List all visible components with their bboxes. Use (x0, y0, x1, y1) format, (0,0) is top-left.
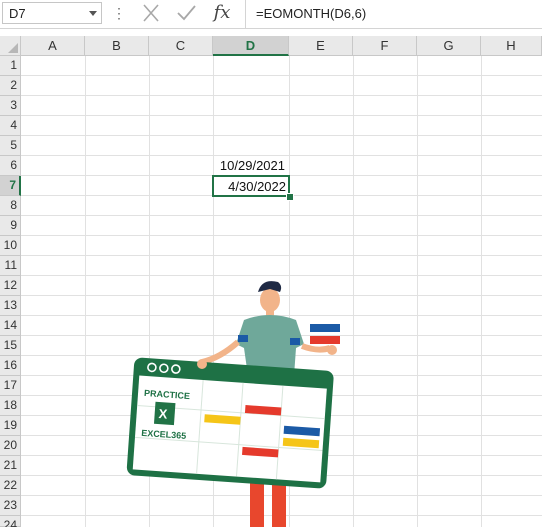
row-header-23[interactable]: 23 (0, 496, 21, 516)
formula-bar-divider (245, 0, 246, 28)
grid-line (417, 56, 418, 527)
insert-function-button[interactable]: fx (210, 2, 234, 24)
excel-logo-letter: X (158, 406, 168, 422)
grid-line (21, 235, 542, 236)
row-header-5[interactable]: 5 (0, 136, 21, 156)
row-header-14[interactable]: 14 (0, 316, 21, 336)
column-header-c[interactable]: C (149, 36, 213, 56)
name-box-value: D7 (9, 6, 26, 21)
column-header-e[interactable]: E (289, 36, 353, 56)
row-header-10[interactable]: 10 (0, 236, 21, 256)
row-header-17[interactable]: 17 (0, 376, 21, 396)
column-header-b[interactable]: B (85, 36, 149, 56)
more-vertical-icon[interactable]: ⋮ (112, 5, 126, 21)
select-all-icon (8, 43, 18, 53)
row-header-1[interactable]: 1 (0, 56, 21, 76)
function-icon: fx (213, 2, 231, 23)
sleeve-band (290, 338, 300, 345)
grid-line (21, 95, 542, 96)
row-header-19[interactable]: 19 (0, 416, 21, 436)
row-header-11[interactable]: 11 (0, 256, 21, 276)
row-header-12[interactable]: 12 (0, 276, 21, 296)
grid-line (21, 115, 542, 116)
grid-line (21, 255, 542, 256)
column-header-f[interactable]: F (353, 36, 417, 56)
formula-input[interactable]: =EOMONTH(D6,6) (256, 6, 366, 21)
cancel-formula-button[interactable] (139, 2, 163, 24)
row-header-9[interactable]: 9 (0, 216, 21, 236)
row-header-15[interactable]: 15 (0, 336, 21, 356)
grid-line (353, 56, 354, 527)
floating-bar-blue (310, 324, 340, 332)
grid-line (21, 75, 542, 76)
row-header-6[interactable]: 6 (0, 156, 21, 176)
cell-d6[interactable]: 10/29/2021 (213, 156, 285, 175)
row-header-20[interactable]: 20 (0, 436, 21, 456)
fill-handle[interactable] (286, 193, 294, 201)
row-header-8[interactable]: 8 (0, 196, 21, 216)
row-header-21[interactable]: 21 (0, 456, 21, 476)
person-arm (201, 339, 240, 365)
check-icon (177, 5, 196, 21)
row-header-16[interactable]: 16 (0, 356, 21, 376)
person-hand (327, 345, 337, 355)
row-header-4[interactable]: 4 (0, 116, 21, 136)
close-icon (143, 4, 159, 22)
practice-excel-illustration: PRACTICE X EXCEL365 (126, 281, 340, 527)
column-header-a[interactable]: A (21, 36, 85, 56)
formula-bar: D7 ⋮ fx =EOMONTH(D6,6) (0, 0, 542, 29)
name-box[interactable]: D7 (2, 2, 102, 24)
select-all-button[interactable] (0, 36, 21, 56)
row-header-2[interactable]: 2 (0, 76, 21, 96)
row-header-7[interactable]: 7 (0, 176, 21, 196)
selected-cell-d7[interactable]: 4/30/2022 (212, 175, 290, 197)
person-hand (197, 359, 207, 369)
row-header-13[interactable]: 13 (0, 296, 21, 316)
column-header-g[interactable]: G (417, 36, 481, 56)
row-header-3[interactable]: 3 (0, 96, 21, 116)
person-head (260, 288, 280, 312)
row-header-18[interactable]: 18 (0, 396, 21, 416)
row-header-22[interactable]: 22 (0, 476, 21, 496)
spreadsheet-app: D7 ⋮ fx =EOMONTH(D6,6) A B C D E F G H 1… (0, 0, 542, 527)
column-header-d[interactable]: D (213, 36, 289, 56)
chevron-down-icon[interactable] (89, 11, 97, 16)
sleeve-band (238, 335, 248, 342)
cell-d7: 4/30/2022 (228, 179, 286, 194)
person-arm (300, 343, 331, 353)
grid-line (481, 56, 482, 527)
grid-line (21, 135, 542, 136)
row-header-24[interactable]: 24 (0, 516, 21, 527)
worksheet-grid[interactable]: A B C D E F G H 1 2 3 4 5 6 7 8 9 10 11 … (0, 36, 542, 527)
enter-formula-button[interactable] (174, 2, 198, 24)
practice-board: PRACTICE X EXCEL365 (126, 357, 334, 489)
grid-line (85, 56, 86, 527)
grid-line (21, 215, 542, 216)
column-header-h[interactable]: H (481, 36, 542, 56)
floating-bar-red (310, 336, 340, 344)
